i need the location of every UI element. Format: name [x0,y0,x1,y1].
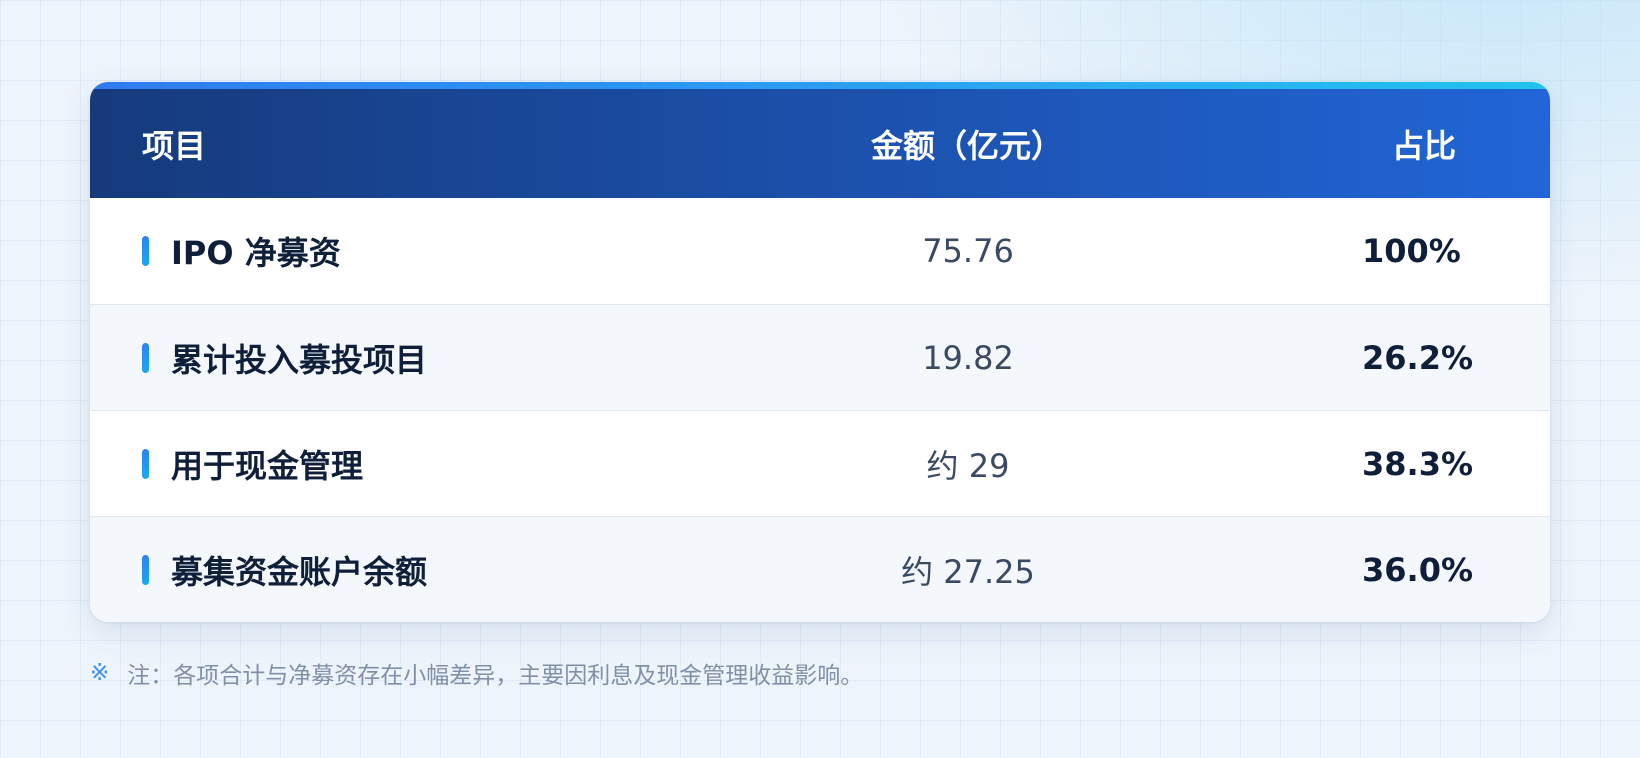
card-accent-line [90,82,1550,89]
reference-mark-icon: ※ [90,660,110,686]
row-item-label: IPO 净募资 [171,234,341,272]
row-item-label: 用于现金管理 [171,446,364,485]
table-header: 项目 金额（亿元） 占比 [90,89,1550,198]
header-amount: 金额（亿元） [870,126,1063,165]
row-amount: 约 29 [926,446,1010,485]
fund-usage-table-card: 项目 金额（亿元） 占比 IPO 净募资 75.76 100% 累计投入募投项目… [90,82,1550,622]
row-ratio: 100% [1362,232,1461,270]
row-amount: 约 27.25 [901,552,1035,591]
row-accent-bar [142,554,149,585]
footnote: ※ 注：各项合计与净募资存在小幅差异，主要因利息及现金管理收益影响。 [90,656,863,690]
row-item-cell: 用于现金管理 [90,441,644,487]
header-ratio: 占比 [1392,126,1457,165]
row-item-cell: IPO 净募资 [90,228,644,274]
header-item: 项目 [142,126,207,165]
row-ratio: 38.3% [1362,444,1474,483]
row-ratio: 26.2% [1362,338,1474,377]
row-item-cell: 募集资金账户余额 [90,547,644,593]
row-accent-bar [142,236,149,266]
row-accent-bar [142,448,149,479]
row-amount: 75.76 [922,232,1014,270]
table-body: IPO 净募资 75.76 100% 累计投入募投项目 19.82 26.2% … [90,198,1550,622]
table-row: 用于现金管理 约 29 38.3% [90,410,1550,516]
row-item-label: 募集资金账户余额 [171,552,428,591]
table-row: IPO 净募资 75.76 100% [90,198,1550,304]
row-amount: 19.82 [922,338,1014,377]
row-ratio: 36.0% [1362,550,1474,589]
row-item-label: 累计投入募投项目 [171,340,428,379]
row-accent-bar [142,342,149,373]
table-row: 累计投入募投项目 19.82 26.2% [90,304,1550,410]
footnote-text: 注：各项合计与净募资存在小幅差异，主要因利息及现金管理收益影响。 [127,663,864,689]
row-item-cell: 累计投入募投项目 [90,335,644,381]
table-row: 募集资金账户余额 约 27.25 36.0% [90,516,1550,622]
